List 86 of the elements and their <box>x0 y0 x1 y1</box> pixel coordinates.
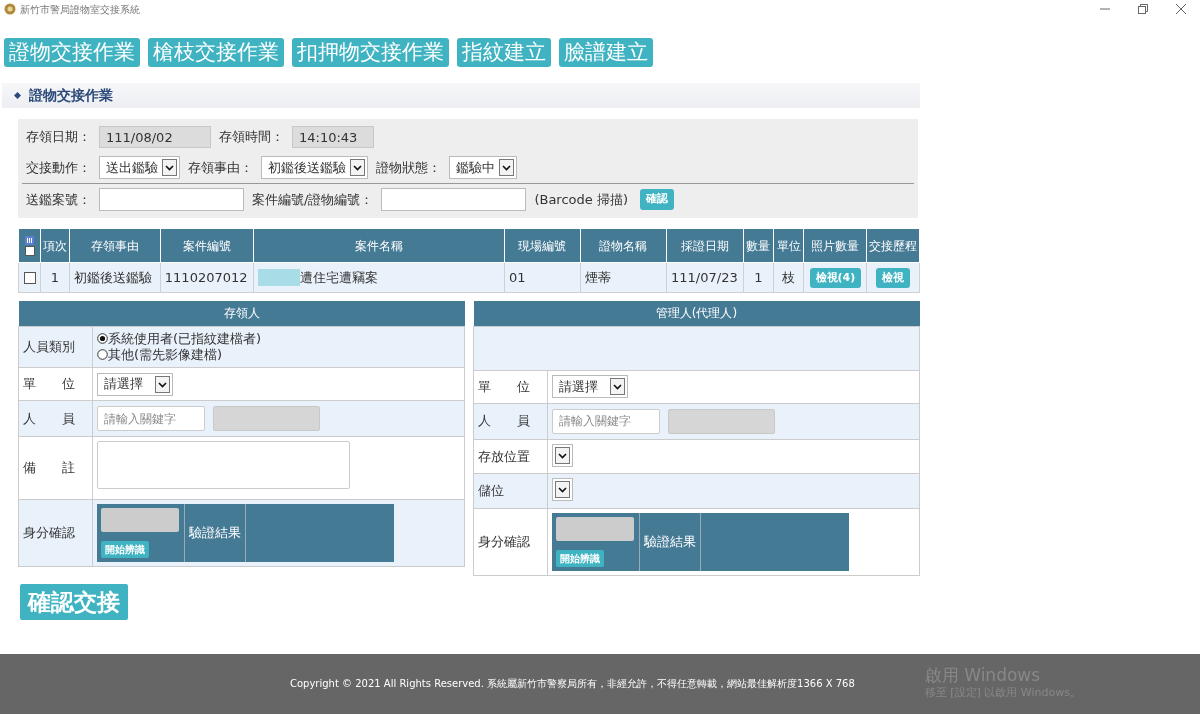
field-label: 存領事由： <box>188 158 253 177</box>
table-cell: 01 <box>504 262 581 293</box>
option-label: 其他(需先影像建檔) <box>108 346 223 363</box>
column-header: 單位 <box>773 228 804 263</box>
table-cell: 初鑑後送鑑驗 <box>69 262 161 293</box>
input-field[interactable] <box>381 188 527 211</box>
keyword-field[interactable]: 請輸入關鍵字 <box>552 408 660 434</box>
window-title: 新竹市警局證物室交接系統 <box>20 2 140 17</box>
confirm-button[interactable]: 確認 <box>639 189 674 210</box>
copyright-text: Copyright © 2021 All Rights Reserved. 系統屬新竹市警察局所有，非經允許，不得任意轉載，網站最佳解析度1366 X 768 <box>290 677 855 691</box>
column-header: 數量 <box>743 228 774 263</box>
result-label: 驗證結果 <box>640 512 701 571</box>
field-label: 身分確認 <box>473 508 548 575</box>
table-cell: 煙蒂 <box>580 262 667 293</box>
list-icon <box>25 235 35 245</box>
view-button[interactable]: 檢視 <box>876 267 911 289</box>
column-header: 交接歷程 <box>866 228 920 263</box>
field-label: 單 位 <box>18 367 93 401</box>
recognize-button[interactable]: 開始辨識 <box>101 540 149 558</box>
nav-button[interactable]: 證物交接作業 <box>4 38 140 67</box>
dropdown[interactable]: 送出鑑驗 <box>99 156 180 179</box>
panel-header: 存領人 <box>18 301 465 326</box>
dropdown[interactable]: 初鑑後送鑑驗 <box>261 156 368 179</box>
close-icon <box>1174 2 1188 16</box>
table-cell: 111/07/23 <box>666 262 744 293</box>
dropdown[interactable] <box>552 478 573 501</box>
column-header: 項次 <box>40 228 70 263</box>
view-button[interactable]: 檢視(4) <box>809 267 862 289</box>
badge-icon <box>4 3 16 15</box>
field-label: 案件編號/證物編號： <box>252 190 374 209</box>
column-header: 案件編號 <box>160 228 254 263</box>
remarks-field[interactable] <box>97 441 350 489</box>
field-label: 存領時間： <box>219 128 284 147</box>
field-label: 送鑑案號： <box>26 190 91 209</box>
result-label: 驗證結果 <box>185 503 246 562</box>
field-label: 身分確認 <box>18 499 93 566</box>
select-all-checkbox[interactable] <box>24 245 35 256</box>
field-label: 人員類別 <box>18 326 93 368</box>
nav-button[interactable]: 臉譜建立 <box>559 38 653 67</box>
nav-button[interactable]: 槍枝交接作業 <box>148 38 284 67</box>
confirm-handover-button[interactable]: 確認交接 <box>20 583 128 620</box>
recognize-button[interactable]: 開始辨識 <box>556 549 604 567</box>
redaction-block <box>257 269 300 286</box>
chevron-down-icon <box>555 481 570 498</box>
row-checkbox[interactable] <box>23 272 36 285</box>
dropdown[interactable]: 請選擇 <box>97 372 173 396</box>
readonly-field: 111/08/02 <box>99 126 211 148</box>
radio-button[interactable] <box>97 333 108 345</box>
dropdown[interactable]: 請選擇 <box>552 375 628 398</box>
column-header: 存領事由 <box>69 228 161 263</box>
column-header: 證物名稱 <box>580 228 667 263</box>
table-cell-text: 遭住宅遭竊案 <box>299 268 378 287</box>
field-label: 存領日期： <box>26 128 91 147</box>
chevron-down-icon <box>499 159 514 176</box>
column-header: 案件名稱 <box>253 228 505 263</box>
radio-button[interactable] <box>97 349 108 361</box>
dropdown[interactable]: 鑑驗中 <box>449 156 517 179</box>
field-label: (Barcode 掃描) <box>534 190 628 209</box>
restore-icon <box>1136 2 1150 16</box>
column-header: 採證日期 <box>666 228 744 263</box>
nav-button[interactable]: 指紋建立 <box>457 38 551 67</box>
dropdown[interactable] <box>552 443 573 467</box>
chevron-down-icon <box>162 159 177 176</box>
field-label: 交接動作： <box>26 158 91 177</box>
readonly-field: 14:10:43 <box>292 126 374 148</box>
field-label: 人 員 <box>18 400 93 437</box>
table-cell: 1110207012 <box>160 262 254 293</box>
field-label: 證物狀態： <box>376 158 441 177</box>
section-title: 證物交接作業 <box>29 86 113 105</box>
column-header: 現場編號 <box>504 228 581 263</box>
chevron-down-icon <box>155 375 170 393</box>
field-label: 人 員 <box>473 403 548 439</box>
field-label: 存放位置 <box>473 439 548 474</box>
chevron-down-icon <box>610 378 625 395</box>
nav-button[interactable]: 扣押物交接作業 <box>292 38 449 67</box>
field-label: 單 位 <box>473 370 548 403</box>
field-label: 儲位 <box>473 473 548 508</box>
chevron-down-icon <box>555 446 570 464</box>
chevron-down-icon <box>350 159 365 176</box>
panel-header: 管理人(代理人) <box>473 301 920 326</box>
option-label: 系統使用者(已指紋建檔者) <box>108 330 262 347</box>
field-label: 備 註 <box>18 436 93 499</box>
input-field[interactable] <box>99 188 244 211</box>
keyword-field[interactable]: 請輸入關鍵字 <box>97 406 205 431</box>
column-header: 照片數量 <box>803 228 867 263</box>
diamond-icon <box>14 92 21 99</box>
